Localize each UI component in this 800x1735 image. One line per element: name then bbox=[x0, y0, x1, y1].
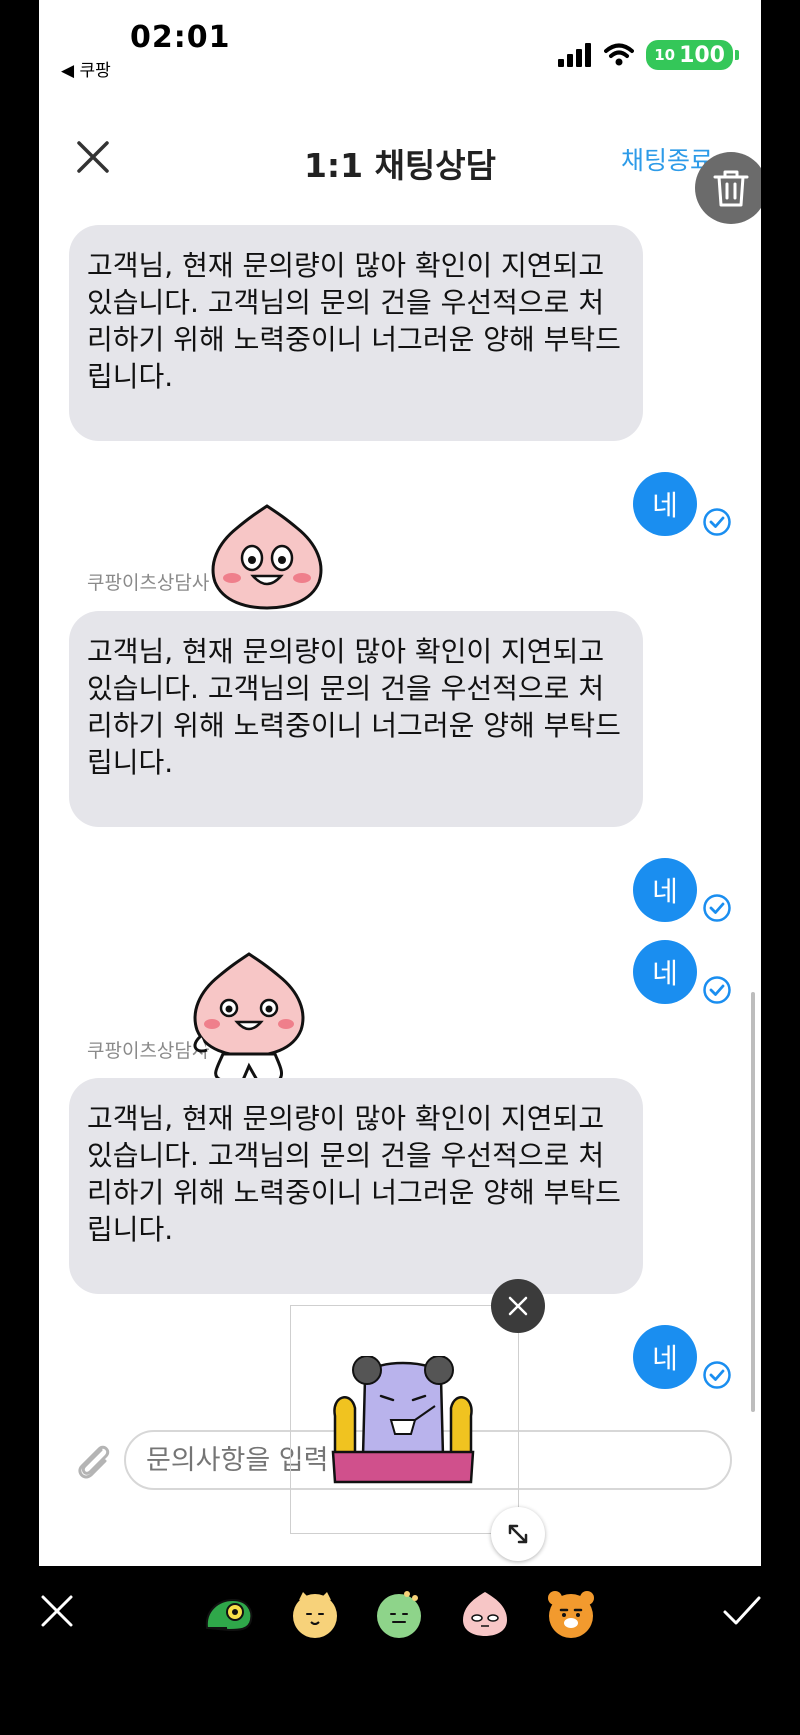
apeach-sticker-icon[interactable] bbox=[459, 1588, 511, 1640]
sticker-toolbar bbox=[0, 1566, 800, 1735]
chat-header: 1:1 채팅상담 채팅종료 bbox=[39, 125, 761, 195]
scrollbar[interactable] bbox=[751, 992, 755, 1412]
signal-icon bbox=[558, 43, 592, 67]
resize-sticker-handle[interactable] bbox=[491, 1507, 545, 1561]
my-message: 네 bbox=[633, 1325, 697, 1389]
agent-name: 쿠팡이츠상담사 bbox=[87, 572, 210, 594]
delete-sticker-button[interactable] bbox=[695, 152, 761, 224]
my-message: 네 bbox=[633, 940, 697, 1004]
wifi-icon bbox=[604, 43, 635, 66]
battery-indicator: 10 100 bbox=[646, 40, 739, 70]
agent-message: 고객님, 현재 문의량이 많아 확인이 지연되고 있습니다. 고객님의 문의 건… bbox=[69, 611, 643, 827]
agent-message: 고객님, 현재 문의량이 많아 확인이 지연되고 있습니다. 고객님의 문의 건… bbox=[69, 1078, 643, 1294]
trash-icon bbox=[713, 170, 749, 207]
close-icon bbox=[508, 1296, 528, 1316]
jordy-sticker-icon[interactable] bbox=[373, 1588, 425, 1640]
paperclip-icon[interactable] bbox=[71, 1438, 115, 1482]
battery-label: 100 bbox=[679, 42, 725, 68]
read-check-icon bbox=[703, 508, 731, 536]
resize-icon bbox=[508, 1524, 528, 1544]
close-icon[interactable] bbox=[38, 1592, 76, 1630]
status-time: 02:01 bbox=[130, 20, 231, 55]
my-message: 네 bbox=[633, 858, 697, 922]
read-check-icon bbox=[703, 976, 731, 1004]
muzi-sticker-icon[interactable] bbox=[289, 1588, 341, 1640]
my-message: 네 bbox=[633, 472, 697, 536]
check-icon[interactable] bbox=[722, 1592, 762, 1630]
battery-small-label: 10 bbox=[654, 46, 676, 64]
remove-sticker-button[interactable] bbox=[491, 1279, 545, 1333]
peach-waving-sticker-icon bbox=[193, 952, 305, 1082]
croc-sticker-icon[interactable] bbox=[203, 1588, 255, 1640]
apeach-tea-sticker-icon bbox=[331, 1356, 475, 1484]
status-icons: 10 100 bbox=[558, 40, 739, 70]
agent-message: 고객님, 현재 문의량이 많아 확인이 지연되고 있습니다. 고객님의 문의 건… bbox=[69, 225, 643, 441]
peach-sticker-icon bbox=[211, 504, 323, 610]
read-check-icon bbox=[703, 894, 731, 922]
read-check-icon bbox=[703, 1361, 731, 1389]
sticker-selection-box[interactable] bbox=[290, 1305, 519, 1534]
ryan-sticker-icon[interactable] bbox=[545, 1588, 597, 1640]
back-to-app-link[interactable]: ◀ 쿠팡 bbox=[61, 56, 111, 81]
phone-screen: 02:01 ◀ 쿠팡 10 100 1:1 채팅상담 채팅종료 고객님, 현재 … bbox=[39, 0, 761, 1566]
